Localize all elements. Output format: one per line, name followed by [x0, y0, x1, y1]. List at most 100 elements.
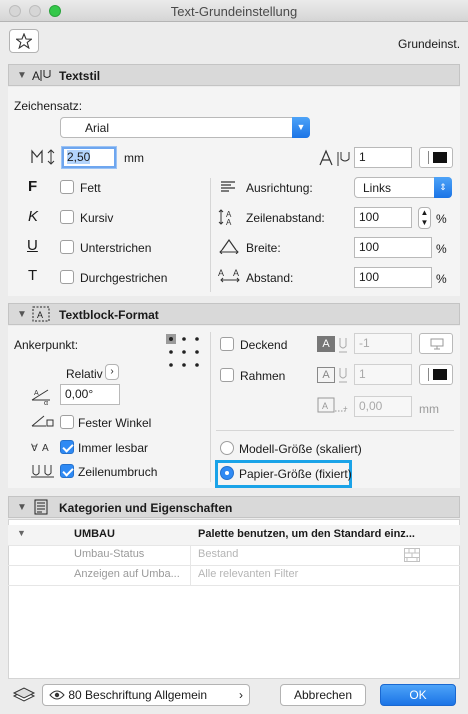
zeilenabstand-pct: %: [436, 212, 447, 226]
divider: [210, 332, 211, 482]
title-bar: Text-Grundeinstellung: [0, 0, 468, 22]
rahmen-label: Rahmen: [240, 369, 286, 383]
divider: [216, 430, 454, 431]
fett-checkbox[interactable]: [60, 180, 74, 194]
svg-text:A: A: [322, 401, 328, 411]
line-spacing-icon: A A: [218, 209, 232, 226]
bold-icon: F: [28, 178, 38, 195]
section-textblock-header[interactable]: ▼ A Textblock-Format: [8, 303, 460, 325]
word-wrap-icon: [31, 465, 54, 478]
abstand-label: Abstand:: [246, 271, 294, 285]
angle-icon: α A: [31, 389, 50, 406]
align-left-icon: [221, 181, 235, 192]
zeilenabstand-input[interactable]: 100: [354, 207, 412, 228]
table-row[interactable]: Umbau-Status Bestand: [8, 545, 460, 565]
charset-label: Zeichensatz:: [14, 99, 83, 113]
preset-name: Grundeinst.: [398, 37, 461, 51]
font-size-unit: mm: [124, 151, 144, 165]
relativ-label: Relativ: [66, 367, 103, 381]
layer-select[interactable]: 80 Beschriftung Allgemein ›: [42, 684, 250, 706]
anchor-point-grid[interactable]: [166, 334, 202, 370]
pen-icon: [339, 338, 347, 353]
ausrichtung-select[interactable]: Links ⇕: [354, 177, 452, 198]
chevron-down-icon: ▼: [292, 117, 310, 138]
svg-text:A: A: [233, 268, 239, 278]
modell-groesse-radio[interactable]: [220, 441, 234, 455]
papier-groesse-radio[interactable]: [220, 466, 234, 480]
ausrichtung-label: Ausrichtung:: [246, 181, 313, 195]
relativ-arrow-button[interactable]: ›: [105, 364, 119, 380]
cancel-button[interactable]: Abbrechen: [280, 684, 366, 706]
svg-text:A: A: [32, 69, 40, 83]
breite-input[interactable]: 100: [354, 237, 432, 258]
kursiv-label: Kursiv: [80, 211, 114, 225]
font-size-icon: [31, 149, 55, 165]
collapse-triangle-icon[interactable]: ▼: [17, 502, 27, 513]
zeilenabstand-stepper[interactable]: ▲ ▼: [418, 207, 431, 229]
divider: [190, 545, 191, 585]
font-size-input[interactable]: 2,50: [62, 147, 116, 168]
modell-groesse-label: Modell-Größe (skaliert): [239, 442, 362, 456]
text-pen-icon: [319, 149, 350, 166]
durchgestrichen-label: Durchgestrichen: [80, 271, 168, 285]
unterstrichen-checkbox[interactable]: [60, 240, 74, 254]
section-kategorien-title: Kategorien und Eigenschaften: [59, 501, 233, 515]
frame-color-button[interactable]: [419, 364, 453, 385]
fixed-angle-icon: [31, 415, 54, 427]
immer-lesbar-label: Immer lesbar: [78, 441, 149, 455]
favorites-button[interactable]: [9, 29, 39, 53]
collapse-triangle-icon[interactable]: ▼: [17, 309, 27, 320]
pen-color-button[interactable]: [419, 147, 453, 168]
categories-icon: [34, 499, 48, 515]
frame-offset-icon: A +: [317, 397, 348, 413]
frame-pen-icon: A: [317, 367, 335, 383]
pen-input[interactable]: 1: [354, 147, 412, 168]
fester-winkel-label: Fester Winkel: [78, 416, 152, 430]
collapse-triangle-icon[interactable]: ▼: [17, 70, 27, 81]
deckend-pen-input[interactable]: -1: [354, 333, 412, 354]
section-textstil-header[interactable]: ▼ A Textstil: [8, 64, 460, 86]
table-row[interactable]: Anzeigen auf Umba... Alle relevanten Fil…: [8, 565, 460, 585]
table-cell-name: Anzeigen auf Umba...: [74, 568, 180, 580]
ok-button[interactable]: OK: [380, 684, 456, 706]
fester-winkel-checkbox[interactable]: [60, 415, 74, 429]
brick-wall-icon: [404, 548, 420, 562]
width-icon: [219, 238, 239, 254]
frame-offset-input[interactable]: 0,00: [354, 396, 412, 417]
durchgestrichen-checkbox[interactable]: [60, 270, 74, 284]
background-color-button[interactable]: [419, 333, 453, 354]
monitor-icon: [430, 338, 444, 350]
abstand-pct: %: [436, 272, 447, 286]
section-textblock-title: Textblock-Format: [59, 308, 159, 322]
svg-text:+: +: [343, 404, 348, 413]
ankerpunkt-label: Ankerpunkt:: [14, 338, 79, 352]
svg-text:α: α: [44, 400, 48, 406]
section-kategorien-header[interactable]: ▼ Kategorien und Eigenschaften: [8, 496, 460, 518]
fett-label: Fett: [80, 181, 101, 195]
text-style-icon: A: [32, 69, 51, 83]
table-cell-value: Palette benutzen, um den Standard einz..…: [198, 528, 415, 540]
rahmen-pen-input[interactable]: 1: [354, 364, 412, 385]
italic-icon: K: [28, 208, 39, 225]
frame-offset-unit: mm: [419, 402, 439, 416]
svg-text:A: A: [37, 310, 43, 320]
font-select[interactable]: Arial ▼: [60, 117, 310, 138]
svg-text:∀: ∀: [31, 443, 38, 454]
expand-triangle-icon[interactable]: ▼: [17, 528, 26, 538]
angle-input[interactable]: 0,00°: [60, 384, 120, 405]
svg-text:A: A: [42, 443, 49, 454]
rahmen-checkbox[interactable]: [220, 368, 234, 382]
abstand-input[interactable]: 100: [354, 267, 432, 288]
breite-label: Breite:: [246, 241, 281, 255]
kursiv-checkbox[interactable]: [60, 210, 74, 224]
immer-lesbar-checkbox[interactable]: [60, 440, 74, 454]
table-cell-value: Bestand: [198, 548, 239, 560]
deckend-checkbox[interactable]: [220, 337, 234, 351]
svg-text:A: A: [226, 218, 232, 226]
zeilenumbruch-checkbox[interactable]: [60, 464, 74, 478]
window-title: Text-Grundeinstellung: [170, 4, 298, 19]
table-row[interactable]: ▼ UMBAU Palette benutzen, um den Standar…: [8, 525, 460, 545]
layers-icon[interactable]: [12, 686, 36, 704]
star-icon: [14, 32, 34, 50]
table-cell-name: UMBAU: [74, 528, 115, 540]
